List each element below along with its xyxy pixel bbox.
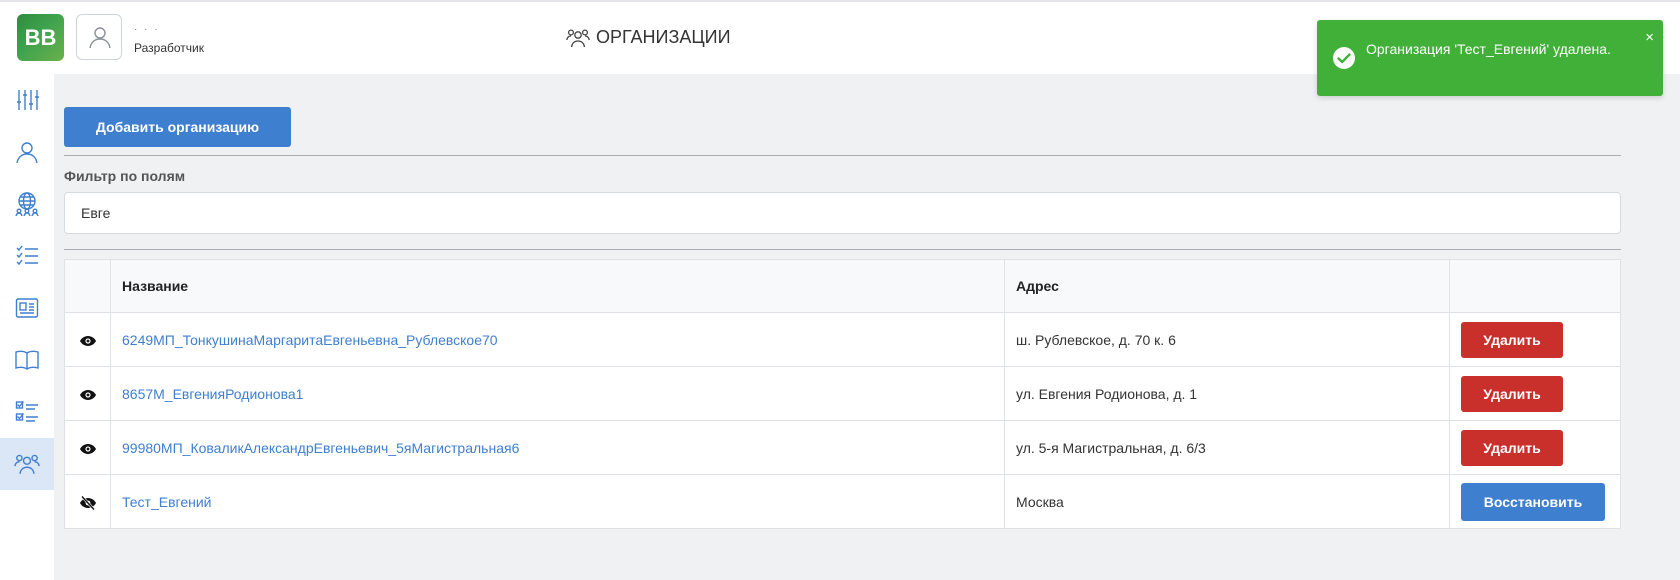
eye-icon [79,335,96,346]
users-group-icon [566,28,590,47]
action-cell: Удалить [1449,366,1621,421]
sidebar-item-global[interactable] [0,178,54,230]
name-cell: 99980МП_КоваликАлександрЕвгеньевич_5яМаг… [110,420,1005,475]
action-cell: Удалить [1449,420,1621,475]
sidebar-item-settings[interactable] [0,74,54,126]
divider [64,249,1621,250]
eye-slash-icon [79,495,96,510]
checklist-icon [16,245,38,266]
filter-input[interactable] [64,192,1621,234]
table-row: 8657М_ЕвгенияРодионова1 ул. Евгения Роди… [64,366,1621,421]
sidebar-item-checklist[interactable] [0,230,54,282]
delete-button[interactable]: Удалить [1461,375,1563,412]
visibility-cell[interactable] [64,474,111,529]
sidebar-item-docs[interactable] [0,334,54,386]
globe-people-icon [15,192,39,217]
address-cell: ул. Евгения Родионова, д. 1 [1004,366,1450,421]
sidebar-item-tasks[interactable] [0,386,54,438]
address-text: ул. 5-я Магистральная, д. 6/3 [1016,439,1206,456]
table-row: 6249МП_ТонкушинаМаргаритаЕвгеньевна_Рубл… [64,312,1621,367]
sidebar-item-users[interactable] [0,126,54,178]
name-header[interactable]: Название [110,259,1005,313]
user-icon [16,142,38,164]
filter-label: Фильтр по полям [64,168,186,184]
task-list-icon [15,401,38,422]
address-text: ш. Рублевское, д. 70 к. 6 [1016,331,1176,348]
name-cell: 6249МП_ТонкушинаМаргаритаЕвгеньевна_Рубл… [110,312,1005,367]
table-header-row: Название Адрес [64,259,1621,313]
table-row: 99980МП_КоваликАлександрЕвгеньевич_5яМаг… [64,420,1621,475]
address-cell: ш. Рублевское, д. 70 к. 6 [1004,312,1450,367]
sidebar [0,74,54,580]
organization-link[interactable]: 99980МП_КоваликАлександрЕвгеньевич_5яМаг… [122,440,519,456]
add-organization-button[interactable]: Добавить организацию [64,107,291,147]
organization-link[interactable]: Тест_Евгений [122,494,211,510]
user-name: · · · [134,24,160,35]
address-cell: ул. 5-я Магистральная, д. 6/3 [1004,420,1450,475]
delete-button[interactable]: Удалить [1461,321,1563,358]
close-icon[interactable]: × [1645,29,1654,46]
id-card-icon [15,298,39,318]
eye-icon [79,389,96,400]
visibility-cell[interactable] [64,312,111,367]
visibility-cell[interactable] [64,366,111,421]
divider [64,155,1621,156]
address-text: Москва [1016,493,1064,510]
user-role: Разработчик [134,41,204,55]
table-row: Тест_Евгений Москва Восстановить [64,474,1621,529]
delete-button[interactable]: Удалить [1461,429,1563,466]
book-icon [15,350,39,370]
organization-link[interactable]: 6249МП_ТонкушинаМаргаритаЕвгеньевна_Рубл… [122,332,498,348]
visibility-header [64,259,111,313]
restore-button[interactable]: Восстановить [1461,482,1605,521]
page-title: ОРГАНИЗАЦИИ [566,27,731,48]
actions-header [1449,259,1621,313]
user-avatar[interactable] [76,14,122,60]
page-title-text: ОРГАНИЗАЦИИ [596,27,731,47]
app-logo[interactable]: BB [17,14,64,61]
action-cell: Восстановить [1449,474,1621,529]
organizations-table: Название Адрес 6249МП_ТонкушинаМаргарита… [64,259,1621,529]
address-text: ул. Евгения Родионова, д. 1 [1016,385,1198,402]
sliders-icon [17,90,39,110]
success-toast: Организация 'Тест_Евгений' удалена. × [1317,20,1663,96]
action-cell: Удалить [1449,312,1621,367]
users-group-icon [14,454,40,474]
sidebar-item-cards[interactable] [0,282,54,334]
toast-message: Организация 'Тест_Евгений' удалена. [1366,41,1611,57]
eye-icon [79,443,96,454]
sidebar-item-organizations[interactable] [0,438,54,490]
organization-link[interactable]: 8657М_ЕвгенияРодионова1 [122,386,303,402]
check-circle-icon [1333,47,1355,69]
address-cell: Москва [1004,474,1450,529]
name-cell: Тест_Евгений [110,474,1005,529]
user-icon [89,27,111,49]
address-header[interactable]: Адрес [1004,259,1450,313]
visibility-cell[interactable] [64,420,111,475]
name-cell: 8657М_ЕвгенияРодионова1 [110,366,1005,421]
